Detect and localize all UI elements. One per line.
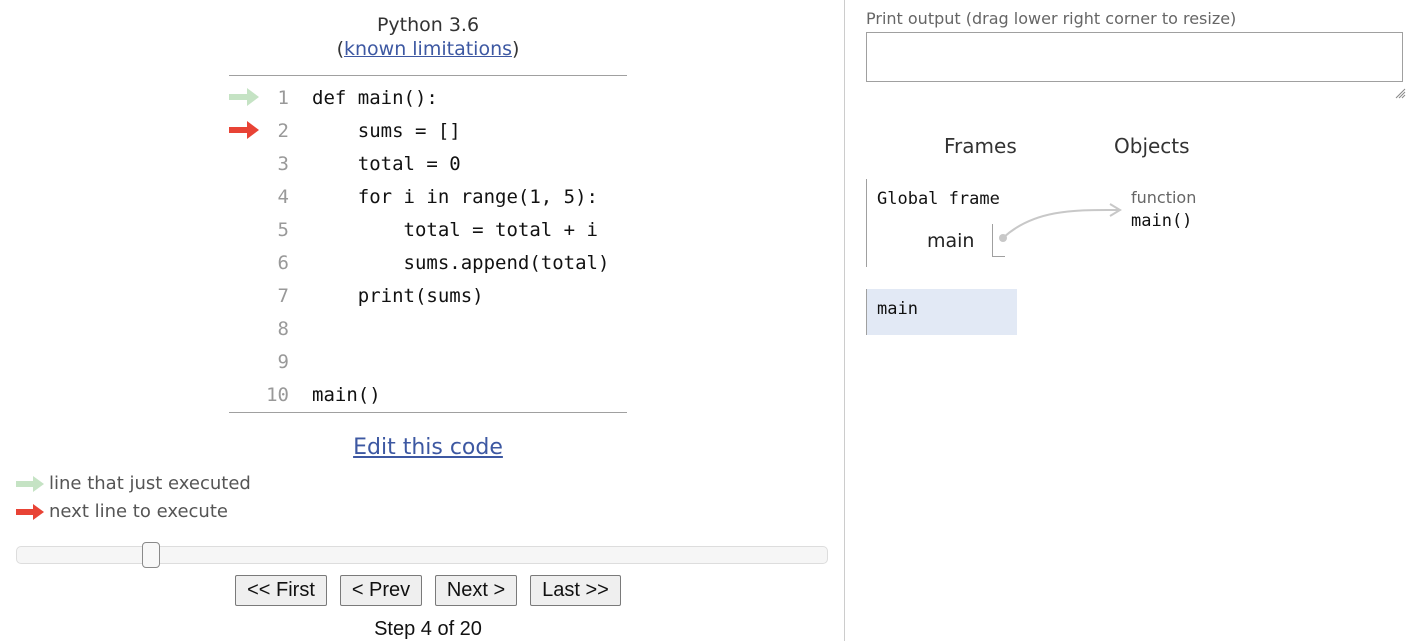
- code-line[interactable]: 1 def main():: [229, 82, 627, 115]
- edit-code-link[interactable]: Edit this code: [229, 434, 627, 462]
- prev-button[interactable]: < Prev: [340, 575, 422, 606]
- arrow-next-icon: [16, 504, 44, 520]
- code-text: total = 0: [312, 153, 461, 175]
- last-button[interactable]: Last >>: [530, 575, 621, 606]
- arrow-executed-icon: [229, 88, 259, 106]
- line-number: 6: [277, 252, 289, 274]
- line-number: 5: [277, 219, 289, 241]
- legend-next-label: next line to execute: [49, 501, 228, 522]
- code-line[interactable]: 3 total = 0: [229, 148, 627, 181]
- line-number: 10: [266, 384, 289, 406]
- code-line[interactable]: 6 sums.append(total): [229, 247, 627, 280]
- pointer-arrow: [999, 203, 1122, 242]
- code-pane: Python 3.6 (known limitations) 1 def main…: [0, 0, 845, 641]
- code-line[interactable]: 2 sums = []: [229, 115, 627, 148]
- object-value: main(): [1131, 211, 1193, 231]
- print-output-box[interactable]: [866, 32, 1403, 82]
- line-number: 4: [277, 186, 289, 208]
- variable-name: main: [927, 230, 975, 252]
- line-number: 3: [277, 153, 289, 175]
- code-line[interactable]: 10 main(): [229, 379, 627, 412]
- first-button[interactable]: << First: [235, 575, 327, 606]
- print-output-label: Print output (drag lower right corner to…: [866, 9, 1237, 28]
- code-text: sums.append(total): [312, 252, 610, 274]
- code-text: total = total + i: [312, 219, 598, 241]
- code-text: sums = []: [312, 120, 461, 142]
- code-line[interactable]: 5 total = total + i: [229, 214, 627, 247]
- code-text: for i in range(1, 5):: [312, 186, 598, 208]
- known-limitations-link[interactable]: known limitations: [344, 38, 512, 60]
- code-line[interactable]: 4 for i in range(1, 5):: [229, 181, 627, 214]
- pointer-curve: [1002, 208, 1119, 239]
- line-number: 2: [277, 120, 289, 142]
- line-number: 1: [277, 87, 289, 109]
- language-title: Python 3.6: [376, 14, 480, 36]
- code-text: print(sums): [312, 285, 484, 307]
- frames-header: Frames: [944, 134, 1017, 158]
- code-text: main(): [312, 384, 381, 406]
- code-line[interactable]: 7 print(sums): [229, 280, 627, 313]
- line-number: 8: [277, 318, 289, 340]
- line-number: 9: [277, 351, 289, 373]
- step-counter: Step 4 of 20: [374, 618, 482, 640]
- arrow-executed-icon: [16, 476, 44, 492]
- code-line[interactable]: 8: [229, 313, 627, 346]
- pane-divider: [844, 0, 845, 641]
- legend-executed-label: line that just executed: [49, 473, 251, 494]
- step-slider[interactable]: [16, 542, 828, 568]
- line-number: 7: [277, 285, 289, 307]
- next-button[interactable]: Next >: [435, 575, 517, 606]
- step-slider-handle[interactable]: [142, 542, 160, 568]
- code-line[interactable]: 9: [229, 346, 627, 379]
- code-text: def main():: [312, 87, 438, 109]
- code-listing: 1 def main(): 2 sums = [] 3 total = 04 for …: [229, 75, 627, 413]
- resize-grip-icon[interactable]: [1394, 87, 1406, 99]
- known-limitations-line: (known limitations): [229, 37, 627, 61]
- object-type-label: function: [1131, 188, 1197, 207]
- stack-frame-name: main: [877, 299, 918, 319]
- paren-open: (: [336, 38, 344, 60]
- objects-header: Objects: [1114, 134, 1190, 158]
- arrow-next-icon: [229, 121, 259, 139]
- global-frame-title: Global frame: [877, 189, 1000, 209]
- paren-close: ): [512, 38, 520, 60]
- stack-frame-main: main: [866, 289, 1017, 335]
